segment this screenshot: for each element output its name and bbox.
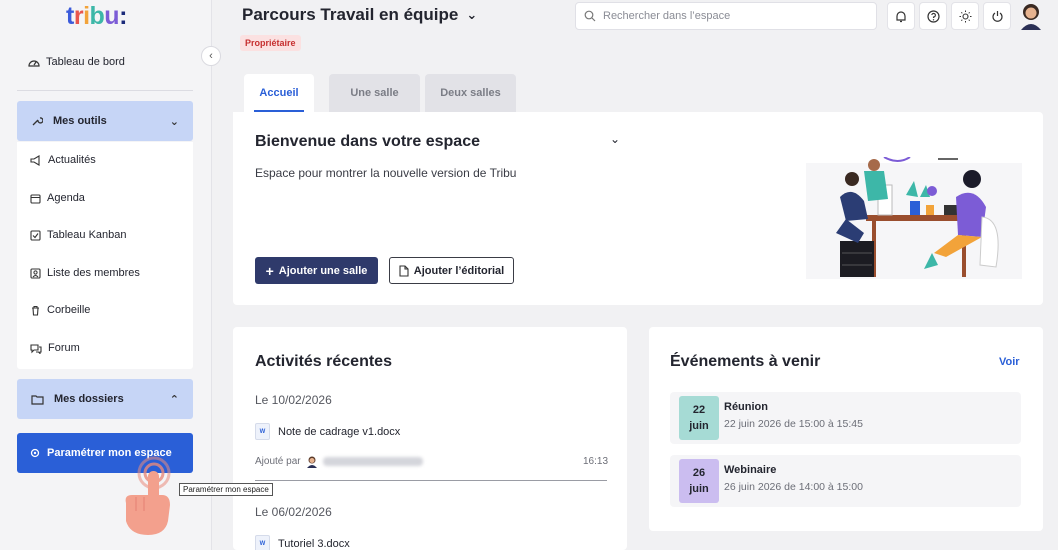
logout-button[interactable] [983, 2, 1011, 30]
event-date-badge: 26 juin [679, 459, 719, 503]
activity-date: Le 06/02/2026 [255, 505, 332, 519]
tooltip: Paramétrer mon espace [179, 483, 273, 496]
help-button[interactable] [919, 2, 947, 30]
megaphone-icon [30, 154, 40, 166]
gear-icon [30, 448, 40, 458]
theme-toggle-button[interactable] [951, 2, 979, 30]
tab-une-salle[interactable]: Une salle [329, 74, 420, 112]
folders-section-label: Mes dossiers [54, 393, 124, 405]
activity-author: Ajouté par [255, 455, 423, 468]
collapse-sidebar-button[interactable]: ‹ [201, 46, 221, 66]
team-illustration [806, 157, 1022, 279]
word-file-icon: W [255, 535, 270, 550]
event-date-badge: 22 juin [679, 396, 719, 440]
add-room-label: Ajouter une salle [278, 264, 368, 277]
add-editorial-button[interactable]: Ajouter l’éditorial [389, 257, 514, 284]
members-icon [30, 267, 41, 279]
bell-icon [896, 10, 906, 22]
tools-section-label: Mes outils [53, 115, 107, 127]
activities-title: Activités récentes [255, 353, 392, 370]
sidebar-item-label: Agenda [47, 192, 85, 204]
event-month: juin [689, 420, 709, 432]
forum-icon [30, 343, 42, 354]
file-name: Tutoriel 3.docx [278, 537, 350, 550]
trash-icon [32, 305, 39, 316]
dashboard-icon [28, 60, 40, 67]
event-time: 22 juin 2026 de 15:00 à 15:45 [724, 418, 863, 430]
folder-icon [31, 394, 44, 405]
activity-date: Le 10/02/2026 [255, 393, 332, 407]
wrench-icon [32, 117, 43, 126]
blurred-author-name [322, 457, 423, 466]
folders-section-toggle[interactable]: Mes dossiers ⌃ [17, 379, 193, 419]
tribu-logo[interactable]: tribu: [66, 2, 127, 31]
help-icon [926, 9, 940, 23]
avatar [306, 456, 317, 468]
search-icon [584, 10, 596, 22]
pointer-hand-icon [125, 456, 171, 535]
event-name: Réunion [724, 401, 768, 413]
tab-deux-salles[interactable]: Deux salles [425, 74, 516, 112]
divider [255, 480, 607, 481]
avatar[interactable] [1018, 2, 1044, 30]
activity-file[interactable]: W Note de cadrage v1.docx [255, 423, 400, 440]
activities-card: Activités récentes Le 10/02/2026 W Note … [233, 327, 627, 550]
search-input[interactable]: Rechercher dans l’espace [575, 2, 877, 30]
file-name: Note de cadrage v1.docx [278, 425, 401, 438]
sidebar-item-label: Corbeille [47, 304, 91, 316]
sidebar-item-label: Forum [48, 342, 80, 354]
page-title-text: Parcours Travail en équipe [242, 5, 459, 24]
sidebar-item-agenda[interactable]: Agenda [30, 192, 85, 204]
event-day: 26 [692, 467, 706, 479]
page-title[interactable]: Parcours Travail en équipe ⌄ [242, 5, 477, 25]
sidebar-item-members[interactable]: Liste des membres [30, 267, 140, 279]
event-item[interactable]: 26 juin Webinaire 26 juin 2026 de 14:00 … [670, 455, 1021, 507]
role-badge: Propriétaire [240, 35, 301, 51]
calendar-icon [30, 193, 41, 204]
sun-icon [959, 10, 971, 22]
search-placeholder: Rechercher dans l’espace [603, 10, 731, 22]
see-events-link[interactable]: Voir [999, 356, 1020, 368]
word-file-icon: W [255, 423, 270, 440]
chevron-up-icon: ⌃ [169, 393, 179, 406]
sidebar-item-label: Tableau Kanban [47, 229, 127, 241]
sidebar-item-forum[interactable]: Forum [30, 342, 80, 354]
event-item[interactable]: 22 juin Réunion 22 juin 2026 de 15:00 à … [670, 392, 1021, 444]
divider [17, 90, 193, 91]
sidebar-item-label: Tableau de bord [46, 56, 125, 68]
sidebar-item-corbeille[interactable]: Corbeille [30, 304, 90, 316]
sidebar-item-kanban[interactable]: Tableau Kanban [30, 229, 127, 241]
event-day: 22 [692, 404, 706, 416]
sidebar-item-label: Actualités [48, 154, 96, 166]
welcome-title: Bienvenue dans votre espace [255, 133, 480, 150]
welcome-card: Bienvenue dans votre espace ⌄ Espace pou… [233, 112, 1043, 305]
chevron-down-icon[interactable]: ⌄ [610, 132, 620, 146]
chevron-down-icon: ⌄ [466, 7, 478, 22]
document-icon [399, 264, 409, 277]
activity-file[interactable]: W Tutoriel 3.docx [255, 535, 350, 550]
sidebar-item-actualites[interactable]: Actualités [30, 154, 96, 166]
add-editorial-label: Ajouter l’éditorial [413, 264, 505, 277]
add-room-button[interactable]: + Ajouter une salle [255, 257, 378, 284]
tools-list: Actualités Agenda Tableau Kanban Liste d… [17, 142, 193, 369]
event-month: juin [689, 483, 709, 495]
sidebar-item-label: Liste des membres [47, 267, 140, 279]
tab-accueil[interactable]: Accueil [244, 74, 314, 112]
activity-time: 16:13 [583, 456, 609, 467]
event-time: 26 juin 2026 de 14:00 à 15:00 [724, 481, 863, 493]
tools-section-toggle[interactable]: Mes outils ⌄ [17, 101, 193, 141]
sidebar: tribu: Tableau de bord Mes outils ⌄ Actu… [0, 0, 212, 550]
added-by-label: Ajouté par [255, 456, 301, 467]
plus-icon: + [265, 262, 274, 279]
kanban-icon [30, 229, 41, 241]
event-name: Webinaire [724, 464, 777, 476]
sidebar-item-dashboard[interactable]: Tableau de bord [28, 56, 125, 68]
chevron-left-icon: ‹ [209, 50, 213, 62]
chevron-down-icon: ⌄ [169, 115, 179, 128]
power-icon [991, 10, 1003, 22]
welcome-description: Espace pour montrer la nouvelle version … [255, 166, 517, 180]
notifications-button[interactable] [887, 2, 915, 30]
events-title: Événements à venir [670, 353, 821, 370]
